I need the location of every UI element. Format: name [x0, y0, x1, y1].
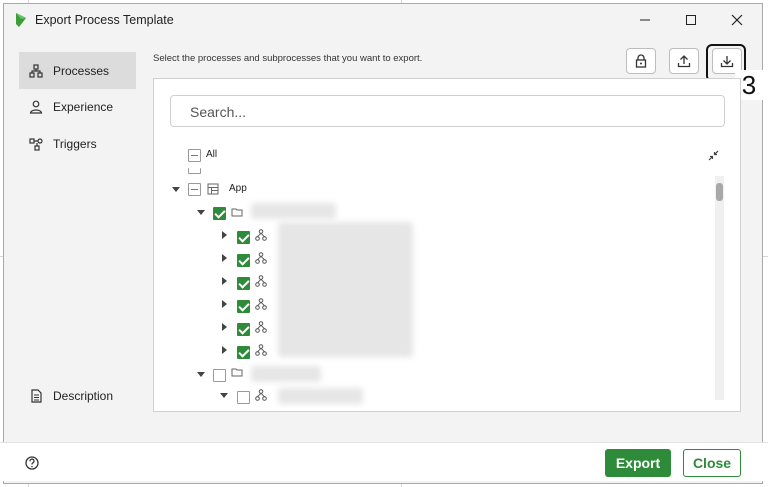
process-checkbox[interactable]	[237, 300, 250, 313]
title-bar: Export Process Template	[4, 4, 762, 36]
sidebar-item-description[interactable]: Description	[19, 377, 136, 414]
process-icon	[255, 321, 267, 333]
help-icon[interactable]	[25, 456, 39, 470]
expand-caret[interactable]	[172, 187, 180, 192]
process-icon	[255, 389, 267, 401]
process-icon	[255, 275, 267, 287]
upload-icon	[677, 55, 691, 68]
folder-icon	[231, 368, 243, 377]
scrollbar-thumb[interactable]	[716, 183, 723, 201]
minimize-icon	[640, 19, 650, 21]
maximize-button[interactable]	[668, 4, 714, 36]
window-title: Export Process Template	[35, 13, 174, 27]
process-checkbox[interactable]	[237, 323, 250, 336]
lock-button[interactable]	[626, 48, 656, 74]
expand-caret[interactable]	[222, 277, 227, 285]
close-button[interactable]: Close	[683, 449, 741, 477]
folder-checkbox[interactable]	[213, 369, 226, 382]
redacted-labels-block	[278, 222, 413, 357]
expand-caret[interactable]	[222, 231, 227, 239]
process-checkbox[interactable]	[237, 231, 250, 244]
expand-caret[interactable]	[220, 393, 228, 398]
process-icon	[255, 344, 267, 356]
processes-icon	[28, 63, 44, 79]
app-icon	[207, 183, 219, 195]
person-icon	[28, 99, 44, 115]
search-input[interactable]	[170, 95, 725, 127]
triggers-icon	[28, 136, 44, 152]
process-checkbox[interactable]	[237, 391, 250, 404]
expand-caret[interactable]	[222, 346, 227, 354]
tree-checkbox[interactable]	[188, 168, 201, 174]
process-checkbox[interactable]	[237, 346, 250, 359]
lock-icon	[635, 54, 647, 68]
redacted-label	[251, 203, 336, 219]
all-label: All	[206, 149, 218, 160]
sidebar-item-label: Experience	[53, 99, 114, 114]
sidebar-item-label: Processes	[53, 63, 110, 78]
minimize-button[interactable]	[622, 4, 668, 36]
export-button[interactable]: Export	[605, 449, 671, 477]
process-checkbox[interactable]	[237, 254, 250, 267]
sidebar-item-triggers[interactable]: Triggers	[19, 125, 136, 162]
upload-button[interactable]	[669, 48, 699, 74]
process-icon	[255, 298, 267, 310]
sidebar-item-experience[interactable]: Experience	[19, 88, 136, 125]
folder-checkbox[interactable]	[213, 207, 226, 220]
sidebar-item-label: Description	[53, 388, 114, 403]
process-icon	[255, 252, 267, 264]
folder-icon	[231, 208, 243, 217]
tree-scrollbar[interactable]	[715, 176, 724, 400]
expand-caret[interactable]	[197, 210, 205, 215]
process-icon	[255, 229, 267, 241]
all-checkbox[interactable]	[188, 149, 201, 162]
process-tree-panel	[153, 78, 741, 412]
expand-caret[interactable]	[222, 254, 227, 262]
instruction-text: Select the processes and subprocesses th…	[153, 53, 423, 64]
process-checkbox[interactable]	[237, 277, 250, 290]
maximize-icon	[686, 15, 696, 25]
close-window-button[interactable]	[714, 4, 760, 36]
app-label: App	[229, 183, 247, 194]
sidebar-item-label: Triggers	[53, 136, 97, 151]
search-placeholder: Search...	[190, 104, 247, 120]
expand-caret[interactable]	[222, 323, 227, 331]
document-icon	[28, 388, 44, 404]
app-checkbox[interactable]	[188, 183, 201, 196]
app-logo-icon	[16, 13, 26, 27]
redacted-label	[251, 366, 321, 382]
close-icon	[731, 14, 743, 26]
expand-caret[interactable]	[197, 372, 205, 377]
redacted-label	[278, 388, 363, 404]
collapse-all-icon[interactable]	[708, 150, 719, 161]
sidebar-item-processes[interactable]: Processes	[19, 52, 136, 89]
expand-caret[interactable]	[222, 300, 227, 308]
